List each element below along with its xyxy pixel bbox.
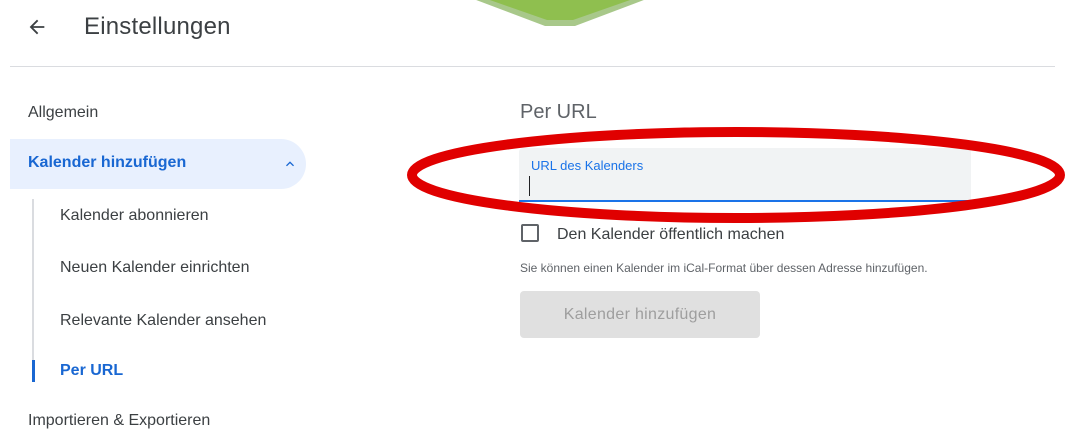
- page-title: Einstellungen: [84, 13, 231, 40]
- add-calendar-button[interactable]: Kalender hinzufügen: [520, 291, 760, 338]
- public-calendar-label[interactable]: Den Kalender öffentlich machen: [557, 226, 784, 244]
- calendar-url-field[interactable]: URL des Kalenders: [519, 148, 971, 202]
- header-divider: [10, 66, 1055, 67]
- help-text: Sie können einen Kalender im iCal-Format…: [520, 261, 928, 275]
- sidebar-item-subscribe[interactable]: Kalender abonnieren: [60, 207, 209, 225]
- sidebar-item-add-calendar[interactable]: Kalender hinzufügen: [10, 139, 306, 189]
- sidebar-item-browse-calendars[interactable]: Relevante Kalender ansehen: [60, 312, 266, 330]
- section-title: Per URL: [520, 101, 597, 123]
- decorative-banner: [476, 0, 644, 26]
- chevron-up-icon: [286, 161, 294, 167]
- settings-page: Einstellungen Allgemein Kalender hinzufü…: [0, 0, 1068, 432]
- sidebar-item-create-calendar[interactable]: Neuen Kalender einrichten: [60, 259, 249, 277]
- back-arrow-icon[interactable]: [20, 10, 54, 44]
- url-field-label: URL des Kalenders: [531, 158, 644, 173]
- sidebar-item-import-export[interactable]: Importieren & Exportieren: [28, 412, 210, 430]
- sidebar-item-from-url[interactable]: Per URL: [60, 362, 123, 380]
- sidebar-item-label: Kalender hinzufügen: [28, 154, 187, 171]
- active-indicator: [32, 360, 35, 382]
- text-caret: [529, 176, 530, 196]
- calendar-url-input[interactable]: [529, 174, 949, 196]
- submenu-track: [32, 199, 34, 364]
- sidebar-item-general[interactable]: Allgemein: [28, 104, 98, 122]
- public-calendar-checkbox[interactable]: [521, 224, 539, 242]
